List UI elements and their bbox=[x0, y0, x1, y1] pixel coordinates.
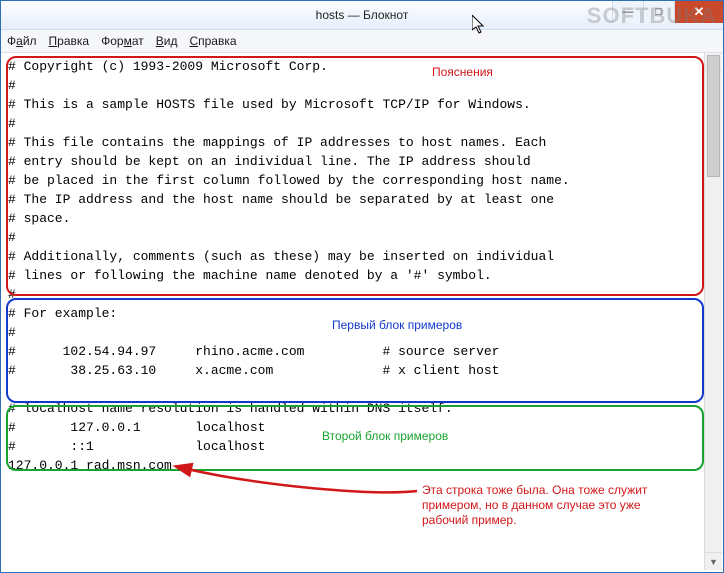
vertical-scrollbar[interactable]: ▲ ▼ bbox=[704, 53, 722, 570]
menu-help[interactable]: Справка bbox=[189, 34, 236, 48]
menu-file[interactable]: Файл bbox=[7, 34, 37, 48]
scroll-thumb[interactable] bbox=[707, 55, 720, 177]
scroll-down-icon[interactable]: ▼ bbox=[705, 552, 722, 570]
notepad-window: hosts — Блокнот — □ ✕ Файл Правка Формат… bbox=[0, 0, 724, 573]
text-content[interactable]: # Copyright (c) 1993-2009 Microsoft Corp… bbox=[2, 53, 705, 570]
window-buttons: — □ ✕ bbox=[612, 1, 723, 23]
menu-edit[interactable]: Правка bbox=[49, 34, 90, 48]
menu-view[interactable]: Вид bbox=[156, 34, 178, 48]
maximize-button[interactable]: □ bbox=[643, 1, 674, 23]
menubar: Файл Правка Формат Вид Справка bbox=[1, 30, 723, 53]
minimize-button[interactable]: — bbox=[612, 1, 643, 23]
titlebar[interactable]: hosts — Блокнот — □ ✕ bbox=[1, 1, 723, 30]
menu-format[interactable]: Формат bbox=[101, 34, 144, 48]
close-button[interactable]: ✕ bbox=[674, 1, 723, 23]
editor-area: # Copyright (c) 1993-2009 Microsoft Corp… bbox=[2, 53, 722, 570]
